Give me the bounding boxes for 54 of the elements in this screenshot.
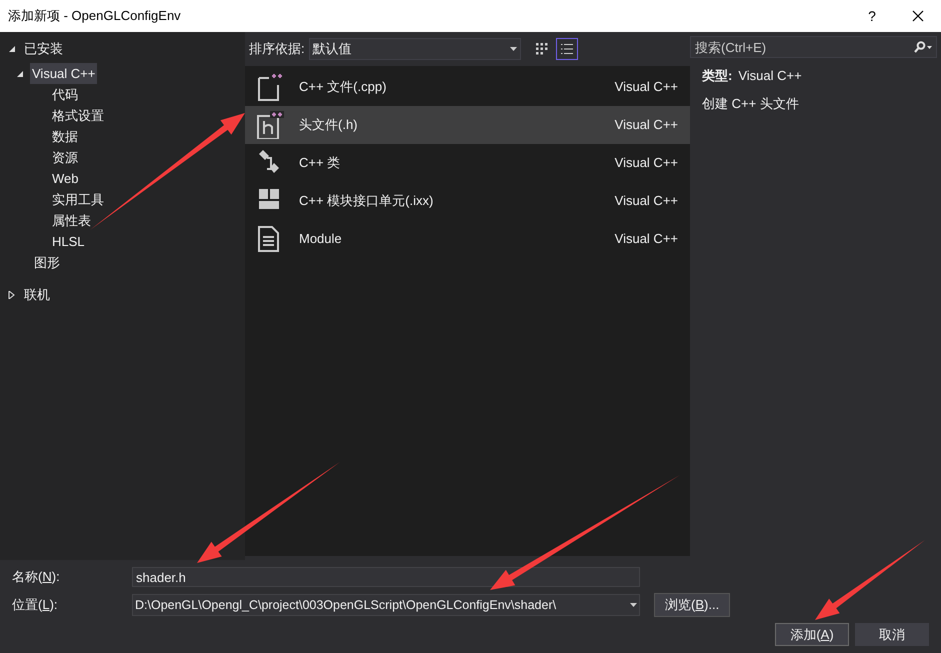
collapse-arrow-icon[interactable] [8, 44, 16, 52]
tree-item[interactable]: 代码 [50, 84, 80, 105]
window-title: 添加新项 - OpenGLConfigEnv [8, 7, 181, 26]
tree-item[interactable]: 联机 [22, 284, 52, 305]
type-label: 类型: [702, 67, 732, 85]
grid-icon [536, 42, 548, 54]
template-item[interactable]: Module Visual C++ [245, 220, 690, 258]
template-language: Visual C++ [614, 78, 678, 96]
tree-item[interactable]: 已安装 [22, 38, 65, 59]
add-button[interactable]: 添加(A) [775, 623, 849, 646]
type-value: Visual C++ [738, 67, 802, 85]
template-name: 头文件(.h) [299, 116, 358, 134]
search-field[interactable]: 搜索(Ctrl+E) [690, 36, 937, 58]
tree-item[interactable]: Web [50, 168, 80, 189]
template-name: C++ 模块接口单元(.ixx) [299, 192, 434, 210]
template-language: Visual C++ [614, 154, 678, 172]
expand-arrow-icon[interactable] [8, 290, 16, 298]
browse-button[interactable]: 浏览(B)... [654, 593, 730, 617]
template-name: C++ 文件(.cpp) [299, 78, 388, 96]
template-item[interactable]: C++ 模块接口单元(.ixx) Visual C++ [245, 182, 690, 220]
tree-item[interactable]: 资源 [50, 147, 80, 168]
name-label: 名称(N): [12, 568, 61, 586]
template-item[interactable]: C++ 文件(.cpp) Visual C++ [245, 68, 690, 106]
close-icon [912, 10, 924, 22]
location-label: 位置(L): [12, 596, 59, 614]
template-language: Visual C++ [614, 230, 678, 248]
template-name: C++ 类 [299, 154, 342, 172]
sort-dropdown[interactable]: 默认值 [308, 38, 521, 60]
description-text: 创建 C++ 头文件 [702, 94, 800, 112]
help-button[interactable]: ? [849, 0, 895, 32]
tree-item[interactable]: HLSL [50, 231, 87, 252]
tree-item[interactable]: 格式设置 [50, 105, 106, 126]
tree-item[interactable]: 数据 [50, 126, 80, 147]
sort-label: 排序依据: [249, 40, 305, 58]
template-name: Module [299, 230, 343, 248]
location-dropdown[interactable]: D:\OpenGL\Opengl_C\project\003OpenGLScript\OpenGLConfigEnv\shader\ [132, 594, 640, 616]
name-field[interactable]: shader.h [132, 567, 640, 587]
template-item[interactable]: C++ 类 Visual C++ [245, 144, 690, 182]
tree-item[interactable]: 属性表 [50, 210, 93, 231]
template-language: Visual C++ [614, 116, 678, 134]
header-file-icon [257, 111, 285, 139]
document-plus-icon [257, 73, 285, 101]
caret-icon [510, 46, 517, 50]
caret-icon [630, 603, 637, 607]
search-icon [913, 41, 933, 53]
list-view-button[interactable] [556, 38, 578, 60]
list-icon [560, 42, 573, 54]
cancel-button[interactable]: 取消 [855, 623, 929, 646]
tree-item[interactable]: 图形 [32, 252, 62, 273]
tree-item[interactable]: 实用工具 [50, 189, 106, 210]
collapse-arrow-icon[interactable] [16, 70, 24, 78]
template-language: Visual C++ [614, 192, 678, 210]
tree-item[interactable]: Visual C++ [30, 63, 98, 84]
template-item[interactable]: 头文件(.h) Visual C++ [245, 106, 690, 144]
